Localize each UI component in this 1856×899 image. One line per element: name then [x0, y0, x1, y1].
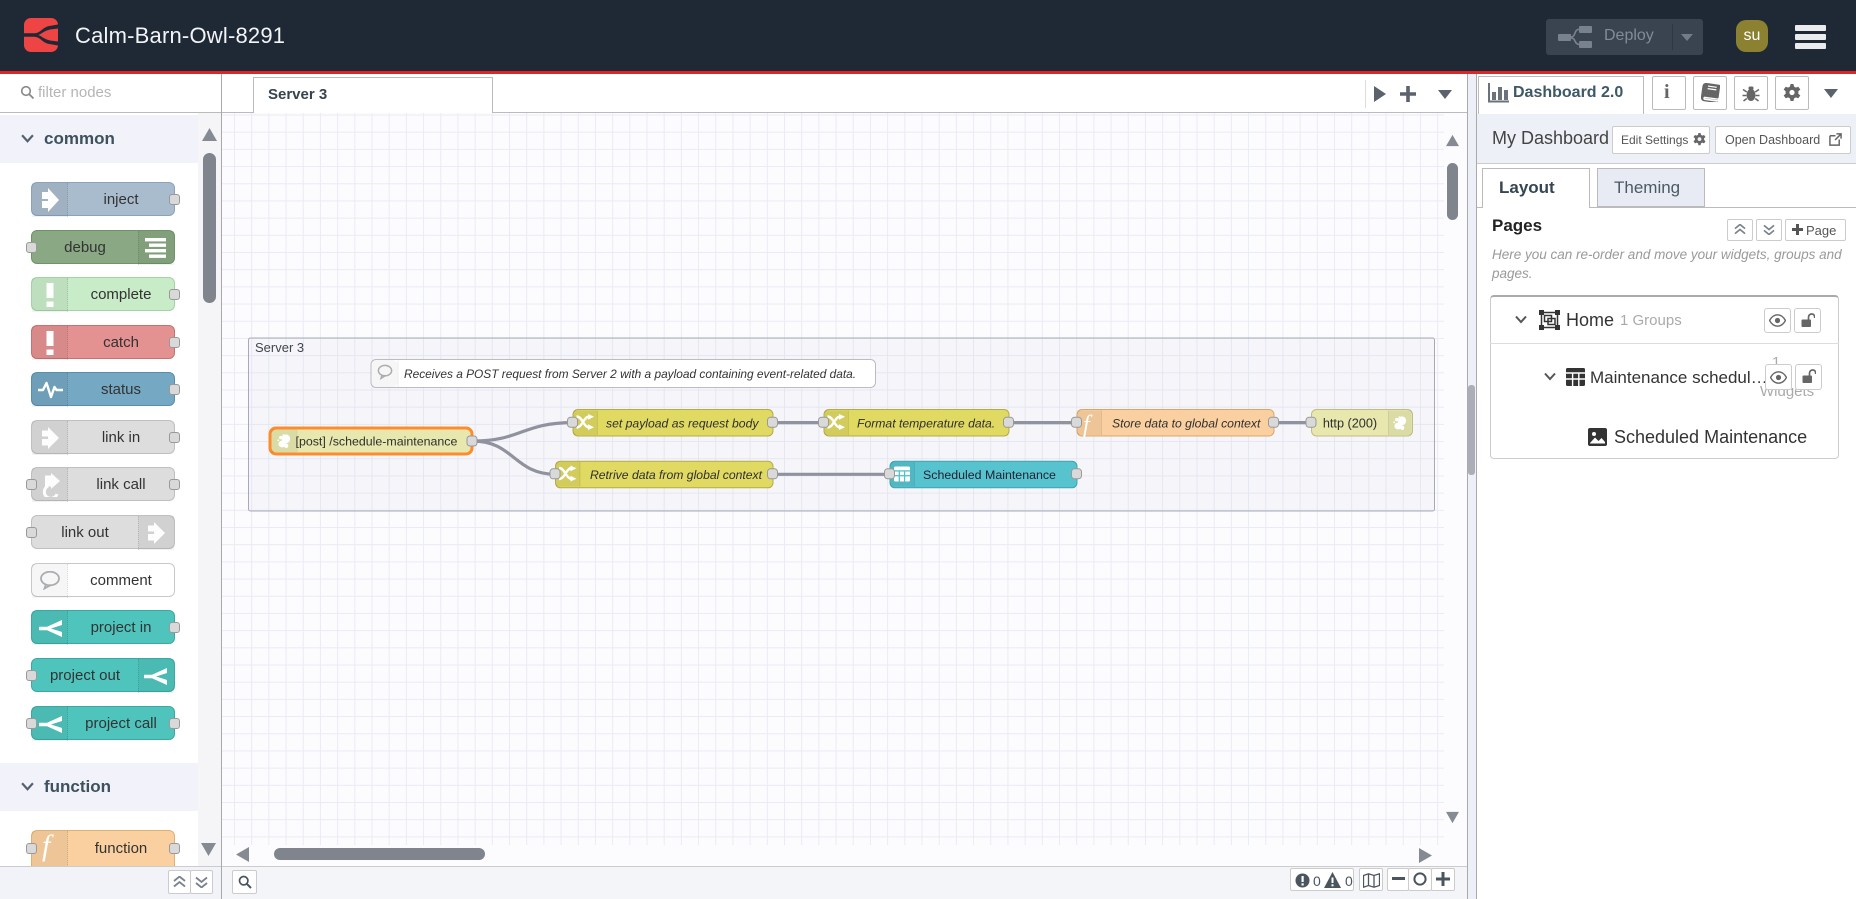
svg-text:[post] /schedule-maintenance: [post] /schedule-maintenance	[296, 434, 458, 448]
svg-text:Retrive data from global conte: Retrive data from global context	[590, 468, 763, 482]
svg-text:set payload as request body: set payload as request body	[606, 416, 759, 430]
svg-text:Store data to global context: Store data to global context	[1112, 416, 1261, 430]
svg-text:Format temperature data.: Format temperature data.	[857, 416, 995, 430]
svg-text:Server 3: Server 3	[255, 340, 304, 355]
svg-text:Scheduled Maintenance: Scheduled Maintenance	[923, 468, 1056, 482]
svg-text:http (200): http (200)	[1323, 417, 1377, 431]
svg-text:Receives a POST request from S: Receives a POST request from Server 2 wi…	[404, 367, 856, 381]
